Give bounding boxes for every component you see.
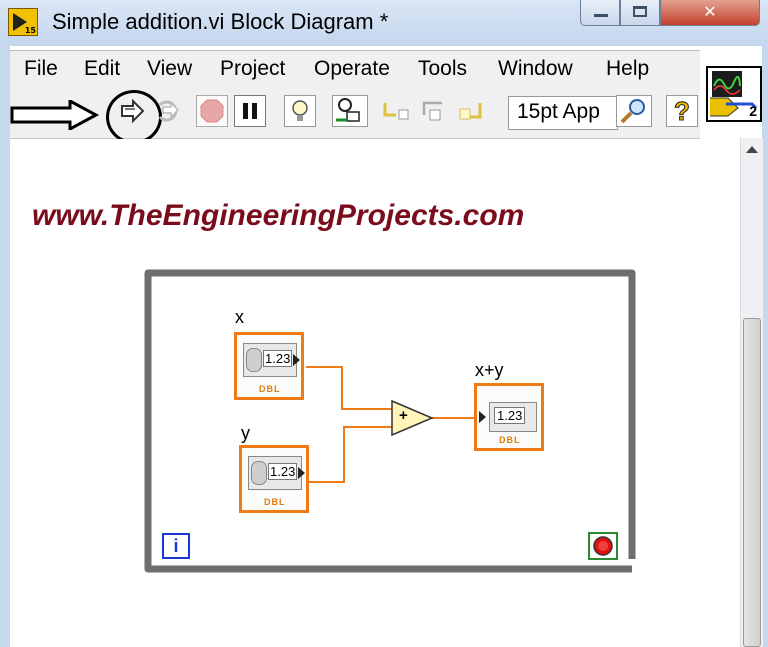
block-diagram-canvas[interactable]: www.TheEngineeringProjects.com + x y x+y… [10, 139, 740, 647]
indicator-sum-type: DBL [499, 435, 521, 445]
vertical-scrollbar[interactable] [740, 138, 763, 647]
context-help-button[interactable]: ? [666, 95, 698, 127]
maximize-icon [633, 6, 647, 17]
input-terminal-icon [479, 411, 486, 423]
step-over-button[interactable] [418, 95, 450, 127]
control-y-label: y [241, 423, 250, 443]
context-help-icon: ? [674, 96, 691, 127]
menu-edit[interactable]: Edit [84, 57, 120, 81]
menu-tools[interactable]: Tools [418, 57, 467, 81]
step-out-button[interactable] [456, 95, 488, 127]
while-loop[interactable] [142, 267, 642, 579]
highlight-execution-icon [292, 100, 308, 121]
menu-project[interactable]: Project [220, 57, 285, 81]
wire-y-to-add[interactable] [308, 426, 392, 483]
labview-app-icon[interactable]: 15 [8, 8, 38, 36]
step-into-button[interactable] [380, 95, 412, 127]
menu-window[interactable]: Window [498, 57, 573, 81]
add-function-icon[interactable] [391, 399, 434, 437]
pause-icon [243, 103, 257, 119]
control-x-value: 1.23 [263, 350, 293, 367]
window-frame-left [0, 46, 10, 647]
run-continuously-icon [158, 100, 180, 122]
minimize-icon [594, 14, 608, 17]
highlight-execution-button[interactable] [284, 95, 316, 127]
pause-button[interactable] [234, 95, 266, 127]
stop-icon [593, 536, 613, 556]
run-arrow-icon [121, 98, 145, 124]
vi-icon-badge: 2 [749, 103, 757, 119]
menu-help[interactable]: Help [606, 57, 649, 81]
output-terminal-icon [293, 354, 300, 366]
search-icon [620, 99, 645, 124]
output-terminal-icon [298, 467, 305, 479]
control-x-type: DBL [259, 384, 281, 394]
app-icon-badge: 15 [24, 26, 36, 35]
run-continuously-button[interactable] [152, 95, 184, 127]
menu-file[interactable]: File [24, 57, 58, 81]
close-icon: ✕ [703, 2, 717, 21]
step-into-icon [383, 103, 409, 120]
vi-icon[interactable]: 2 [706, 66, 762, 122]
retain-wire-values-icon [336, 98, 360, 122]
close-button[interactable]: ✕ [660, 0, 760, 26]
step-out-icon [459, 103, 482, 120]
add-function-symbol: + [399, 407, 408, 424]
toolbar: 15pt App ? [10, 86, 700, 144]
maximize-button[interactable] [620, 0, 660, 26]
control-y-type: DBL [264, 497, 286, 507]
title-bar: 15 Simple addition.vi Block Diagram * ✕ [0, 0, 768, 46]
loop-condition-terminal[interactable] [588, 532, 618, 560]
annotation-arrow-icon [10, 100, 100, 130]
menu-view[interactable]: View [147, 57, 192, 81]
menu-bar: File Edit View Project Operate Tools Win… [10, 50, 700, 87]
minimize-button[interactable] [580, 0, 620, 26]
scrollbar-thumb[interactable] [743, 318, 761, 647]
run-button[interactable] [116, 95, 148, 127]
wire-x-to-add[interactable] [306, 366, 392, 410]
abort-icon [200, 99, 224, 123]
indicator-sum-value: 1.23 [494, 407, 526, 424]
font-selector[interactable]: 15pt App [508, 96, 618, 130]
iteration-terminal[interactable]: i [162, 533, 190, 559]
step-over-icon [422, 101, 442, 121]
numeric-spinner-icon [251, 461, 267, 485]
numeric-spinner-icon [246, 348, 262, 372]
indicator-sum[interactable]: 1.23 DBL [474, 383, 544, 451]
control-y-value: 1.23 [268, 463, 298, 480]
control-x[interactable]: 1.23 DBL [234, 332, 304, 400]
control-y[interactable]: 1.23 DBL [239, 445, 309, 513]
watermark-text: www.TheEngineeringProjects.com [32, 199, 525, 232]
search-button[interactable] [616, 95, 652, 127]
control-x-label: x [235, 307, 244, 327]
retain-wire-values-button[interactable] [332, 95, 368, 127]
scroll-up-icon[interactable] [746, 146, 758, 153]
indicator-sum-label: x+y [475, 360, 504, 380]
menu-operate[interactable]: Operate [314, 57, 390, 81]
window-title: Simple addition.vi Block Diagram * [52, 9, 389, 34]
abort-button[interactable] [196, 95, 228, 127]
